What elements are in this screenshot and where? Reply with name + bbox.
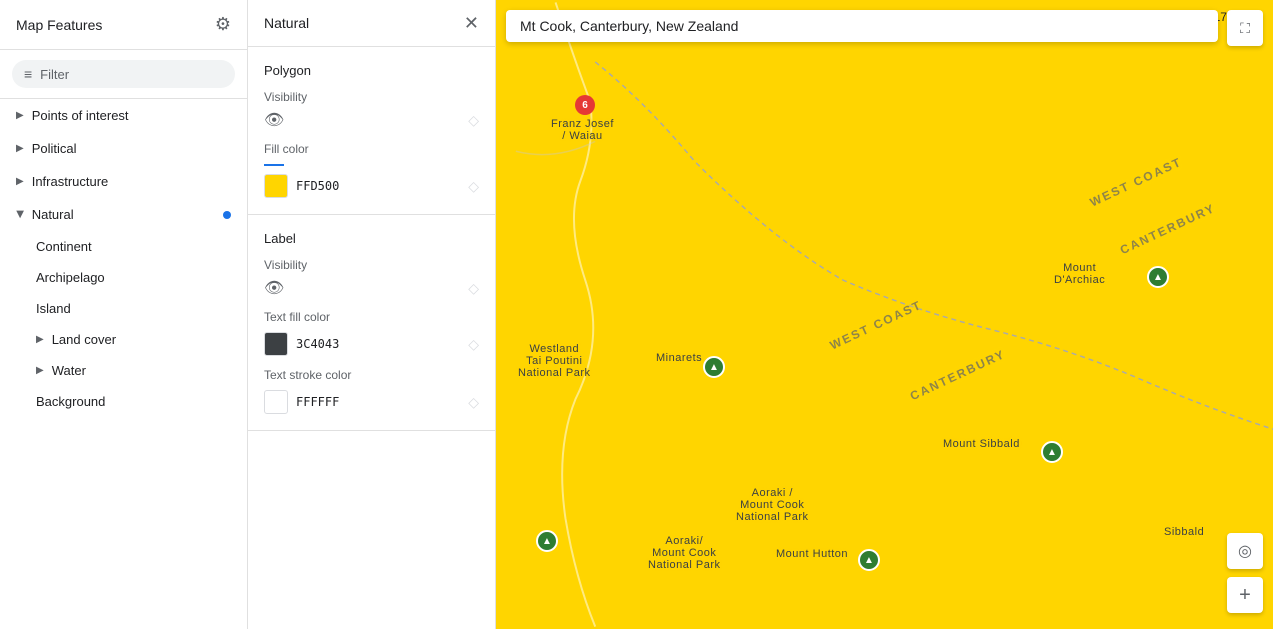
close-icon[interactable]: ✕ [464, 14, 479, 32]
feature-panel: Natural ✕ Polygon Visibility 👁 ◇ Fill co… [248, 0, 496, 629]
sidebar-subitem-continent[interactable]: Continent [0, 231, 247, 262]
sidebar-item-label: Infrastructure [32, 174, 231, 189]
sidebar-item-political[interactable]: ▶ Political [0, 132, 247, 165]
sidebar-subitem-label: Water [52, 363, 231, 378]
eye-icon[interactable]: 👁 [264, 278, 284, 298]
sidebar-subitem-land-cover[interactable]: ▶ Land cover [0, 324, 247, 355]
filter-input[interactable]: ≡ Filter [12, 60, 235, 88]
fill-color-label: Fill color [264, 142, 479, 156]
polygon-title: Polygon [264, 63, 479, 78]
text-fill-row: 3C4043 ◇ [264, 332, 479, 356]
chevron-right-icon: ▶ [16, 143, 24, 154]
visibility-label: Visibility [264, 90, 479, 104]
text-fill-input[interactable]: 3C4043 [264, 332, 339, 356]
label-title: Label [264, 231, 479, 246]
chevron-down-icon: ▶ [14, 211, 25, 219]
fullscreen-icon: ⛶ [1240, 20, 1250, 37]
plus-icon: + [1239, 584, 1251, 607]
chevron-right-icon: ▶ [36, 365, 44, 376]
diamond-icon[interactable]: ◇ [468, 394, 479, 411]
sidebar-item-label: Natural [32, 207, 223, 222]
fill-color-value: FFD500 [296, 179, 339, 193]
fullscreen-button[interactable]: ⛶ [1227, 10, 1263, 46]
sidebar-header: Map Features ⚙ [0, 0, 247, 50]
search-value: Mt Cook, Canterbury, New Zealand [520, 18, 738, 34]
filter-icon: ≡ [24, 66, 32, 82]
chevron-right-icon: ▶ [36, 334, 44, 345]
sidebar-subitem-archipelago[interactable]: Archipelago [0, 262, 247, 293]
sidebar-subitem-background[interactable]: Background [0, 386, 247, 417]
sidebar-subitem-label: Continent [36, 239, 231, 254]
text-fill-value: 3C4043 [296, 337, 339, 351]
sidebar-title: Map Features [16, 17, 102, 33]
diamond-icon[interactable]: ◇ [468, 112, 479, 129]
sidebar-subitem-water[interactable]: ▶ Water [0, 355, 247, 386]
color-divider [264, 164, 284, 166]
mountain-marker-minarets: ▲ [703, 356, 725, 378]
filter-placeholder: Filter [40, 67, 69, 82]
diamond-icon[interactable]: ◇ [468, 336, 479, 353]
visibility-label: Visibility [264, 258, 479, 272]
mountain-marker-sibbald: ▲ [1041, 441, 1063, 463]
sidebar-subitem-label: Island [36, 301, 231, 316]
text-fill-label: Text fill color [264, 310, 479, 324]
panel-title: Natural [264, 15, 309, 31]
text-stroke-value: FFFFFF [296, 395, 339, 409]
mountain-marker-darchiac: ▲ [1147, 266, 1169, 288]
sidebar-item-infrastructure[interactable]: ▶ Infrastructure [0, 165, 247, 198]
text-stroke-swatch[interactable] [264, 390, 288, 414]
location-icon: ◎ [1238, 541, 1252, 561]
sidebar: Map Features ⚙ ≡ Filter ▶ Points of inte… [0, 0, 248, 629]
location-button[interactable]: ◎ [1227, 533, 1263, 569]
eye-icon[interactable]: 👁 [264, 110, 284, 130]
mountain-marker-cook-left: ▲ [536, 530, 558, 552]
text-stroke-row: FFFFFF ◇ [264, 390, 479, 414]
map-area: zoom: 11 lat: -43.503 lng: 170.306 Mt Co… [496, 0, 1273, 629]
sidebar-subitem-label: Archipelago [36, 270, 231, 285]
sidebar-subitem-label: Land cover [52, 332, 231, 347]
active-dot [223, 211, 231, 219]
map-svg [496, 0, 1273, 629]
fill-color-swatch[interactable] [264, 174, 288, 198]
map-search-box[interactable]: Mt Cook, Canterbury, New Zealand [506, 10, 1218, 42]
panel-header: Natural ✕ [248, 0, 495, 47]
mountain-marker-hutton: ▲ [858, 549, 880, 571]
diamond-icon[interactable]: ◇ [468, 178, 479, 195]
chevron-right-icon: ▶ [16, 176, 24, 187]
zoom-in-button[interactable]: + [1227, 577, 1263, 613]
visibility-row: 👁 ◇ [264, 110, 479, 130]
polygon-section: Polygon Visibility 👁 ◇ Fill color FFD500… [248, 47, 495, 215]
visibility-row: 👁 ◇ [264, 278, 479, 298]
text-fill-swatch[interactable] [264, 332, 288, 356]
sidebar-subitem-label: Background [36, 394, 231, 409]
sidebar-item-points-of-interest[interactable]: ▶ Points of interest [0, 99, 247, 132]
sidebar-item-natural[interactable]: ▶ Natural [0, 198, 247, 231]
diamond-icon[interactable]: ◇ [468, 280, 479, 297]
gear-icon[interactable]: ⚙ [215, 14, 231, 35]
sidebar-item-label: Points of interest [32, 108, 231, 123]
fill-color-input[interactable]: FFD500 [264, 174, 339, 198]
label-section: Label Visibility 👁 ◇ Text fill color 3C4… [248, 215, 495, 431]
text-stroke-input[interactable]: FFFFFF [264, 390, 339, 414]
sidebar-item-label: Political [32, 141, 231, 156]
text-stroke-label: Text stroke color [264, 368, 479, 382]
chevron-right-icon: ▶ [16, 110, 24, 121]
filter-bar: ≡ Filter [0, 50, 247, 99]
sidebar-subitem-island[interactable]: Island [0, 293, 247, 324]
fill-color-row: FFD500 ◇ [264, 174, 479, 198]
